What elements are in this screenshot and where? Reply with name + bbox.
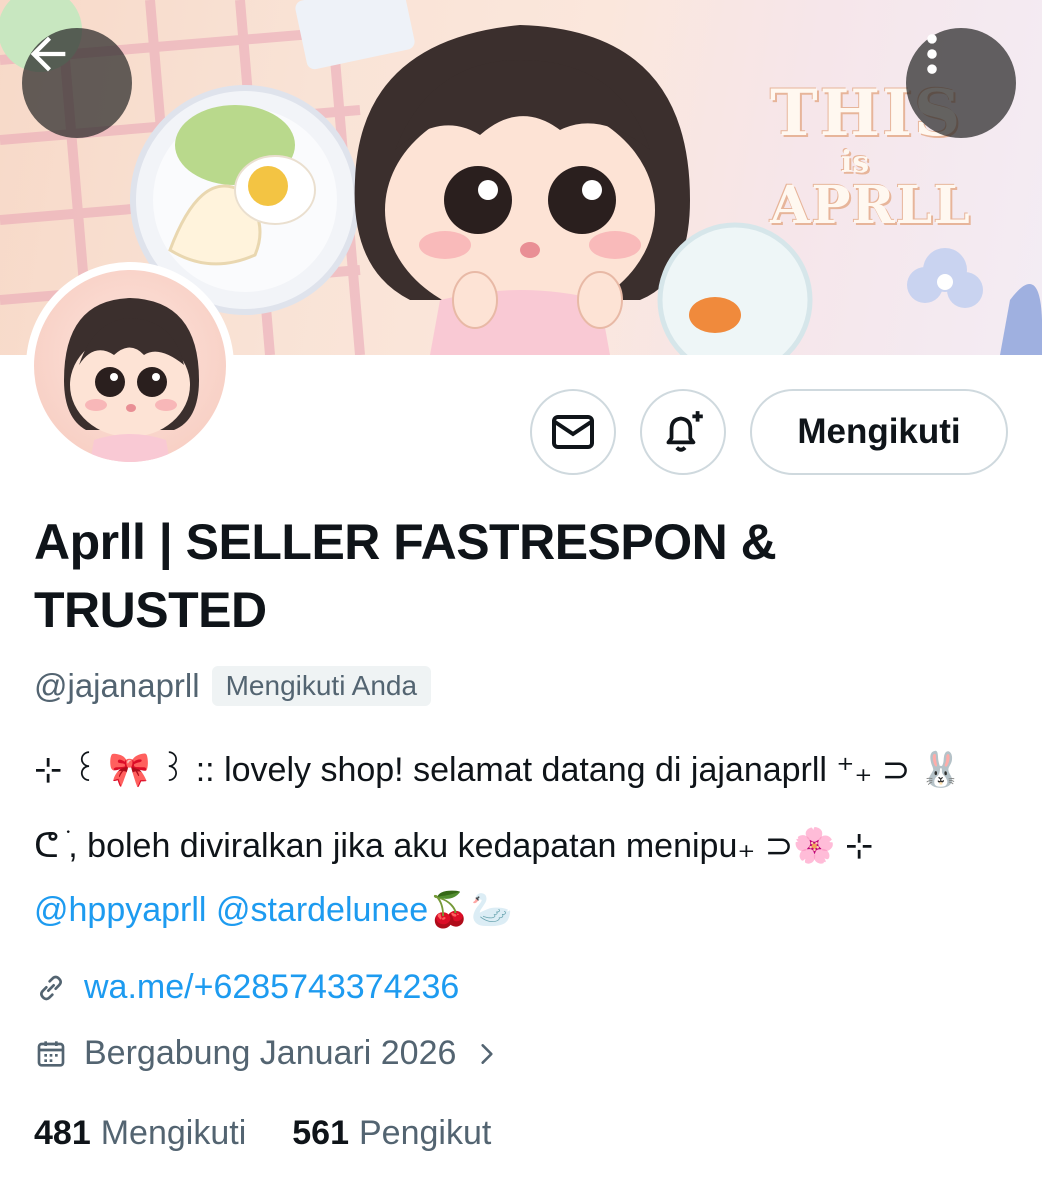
bio-emoji: 🍒🦢 bbox=[428, 891, 513, 929]
chevron-right-icon bbox=[474, 1039, 500, 1069]
link-icon bbox=[34, 971, 68, 1005]
calendar-icon bbox=[34, 1037, 68, 1071]
envelope-icon bbox=[552, 415, 594, 449]
following-button[interactable]: Mengikuti bbox=[750, 389, 1008, 475]
notification-button[interactable] bbox=[640, 389, 726, 475]
avatar-image bbox=[34, 270, 226, 462]
back-button[interactable] bbox=[22, 28, 132, 138]
website-row: wa.me/+6285743374236 bbox=[34, 968, 459, 1007]
avatar[interactable] bbox=[26, 262, 234, 470]
follow-stats: 481 Mengikuti 561 Pengikut bbox=[34, 1114, 491, 1153]
arrow-left-icon bbox=[30, 36, 66, 72]
banner-title-line: is bbox=[840, 145, 870, 180]
more-vertical-icon bbox=[927, 34, 937, 74]
follows-you-badge: Mengikuti Anda bbox=[211, 666, 432, 706]
website-link[interactable]: wa.me/+6285743374236 bbox=[84, 968, 459, 1007]
user-handle: @jajanaprll bbox=[34, 667, 200, 704]
bio-line: @hppyaprll @stardelunee🍒🦢 bbox=[34, 888, 1014, 932]
more-options-button[interactable] bbox=[906, 28, 1016, 138]
followers-stat[interactable]: 561 Pengikut bbox=[292, 1114, 491, 1153]
following-count: 481 bbox=[34, 1114, 91, 1152]
bell-plus-icon bbox=[666, 411, 703, 452]
mention-link[interactable]: @stardelunee bbox=[216, 891, 428, 929]
banner-title-line: APRLL bbox=[770, 175, 971, 236]
followers-label: Pengikut bbox=[358, 1114, 492, 1152]
display-name: Aprll | SELLER FASTRESPON & TRUSTED bbox=[34, 514, 777, 638]
message-button[interactable] bbox=[530, 389, 616, 475]
bio-line: ⊹ ꒰ 🎀 ꒱ :: lovely shop! selamat datang d… bbox=[34, 751, 963, 789]
followers-count: 561 bbox=[292, 1114, 349, 1152]
mention-link[interactable]: @hppyaprll bbox=[34, 891, 207, 929]
following-label: Mengikuti bbox=[100, 1114, 247, 1152]
following-stat[interactable]: 481 Mengikuti bbox=[34, 1114, 246, 1153]
handle-row: @jajanaprll Mengikuti Anda bbox=[34, 664, 432, 708]
join-date: Bergabung Januari 2026 bbox=[84, 1034, 457, 1072]
bio-line: ᕦ ֹ, boleh diviralkan jika aku kedapatan… bbox=[34, 827, 874, 865]
join-date-row[interactable]: Bergabung Januari 2026 bbox=[34, 1034, 500, 1073]
